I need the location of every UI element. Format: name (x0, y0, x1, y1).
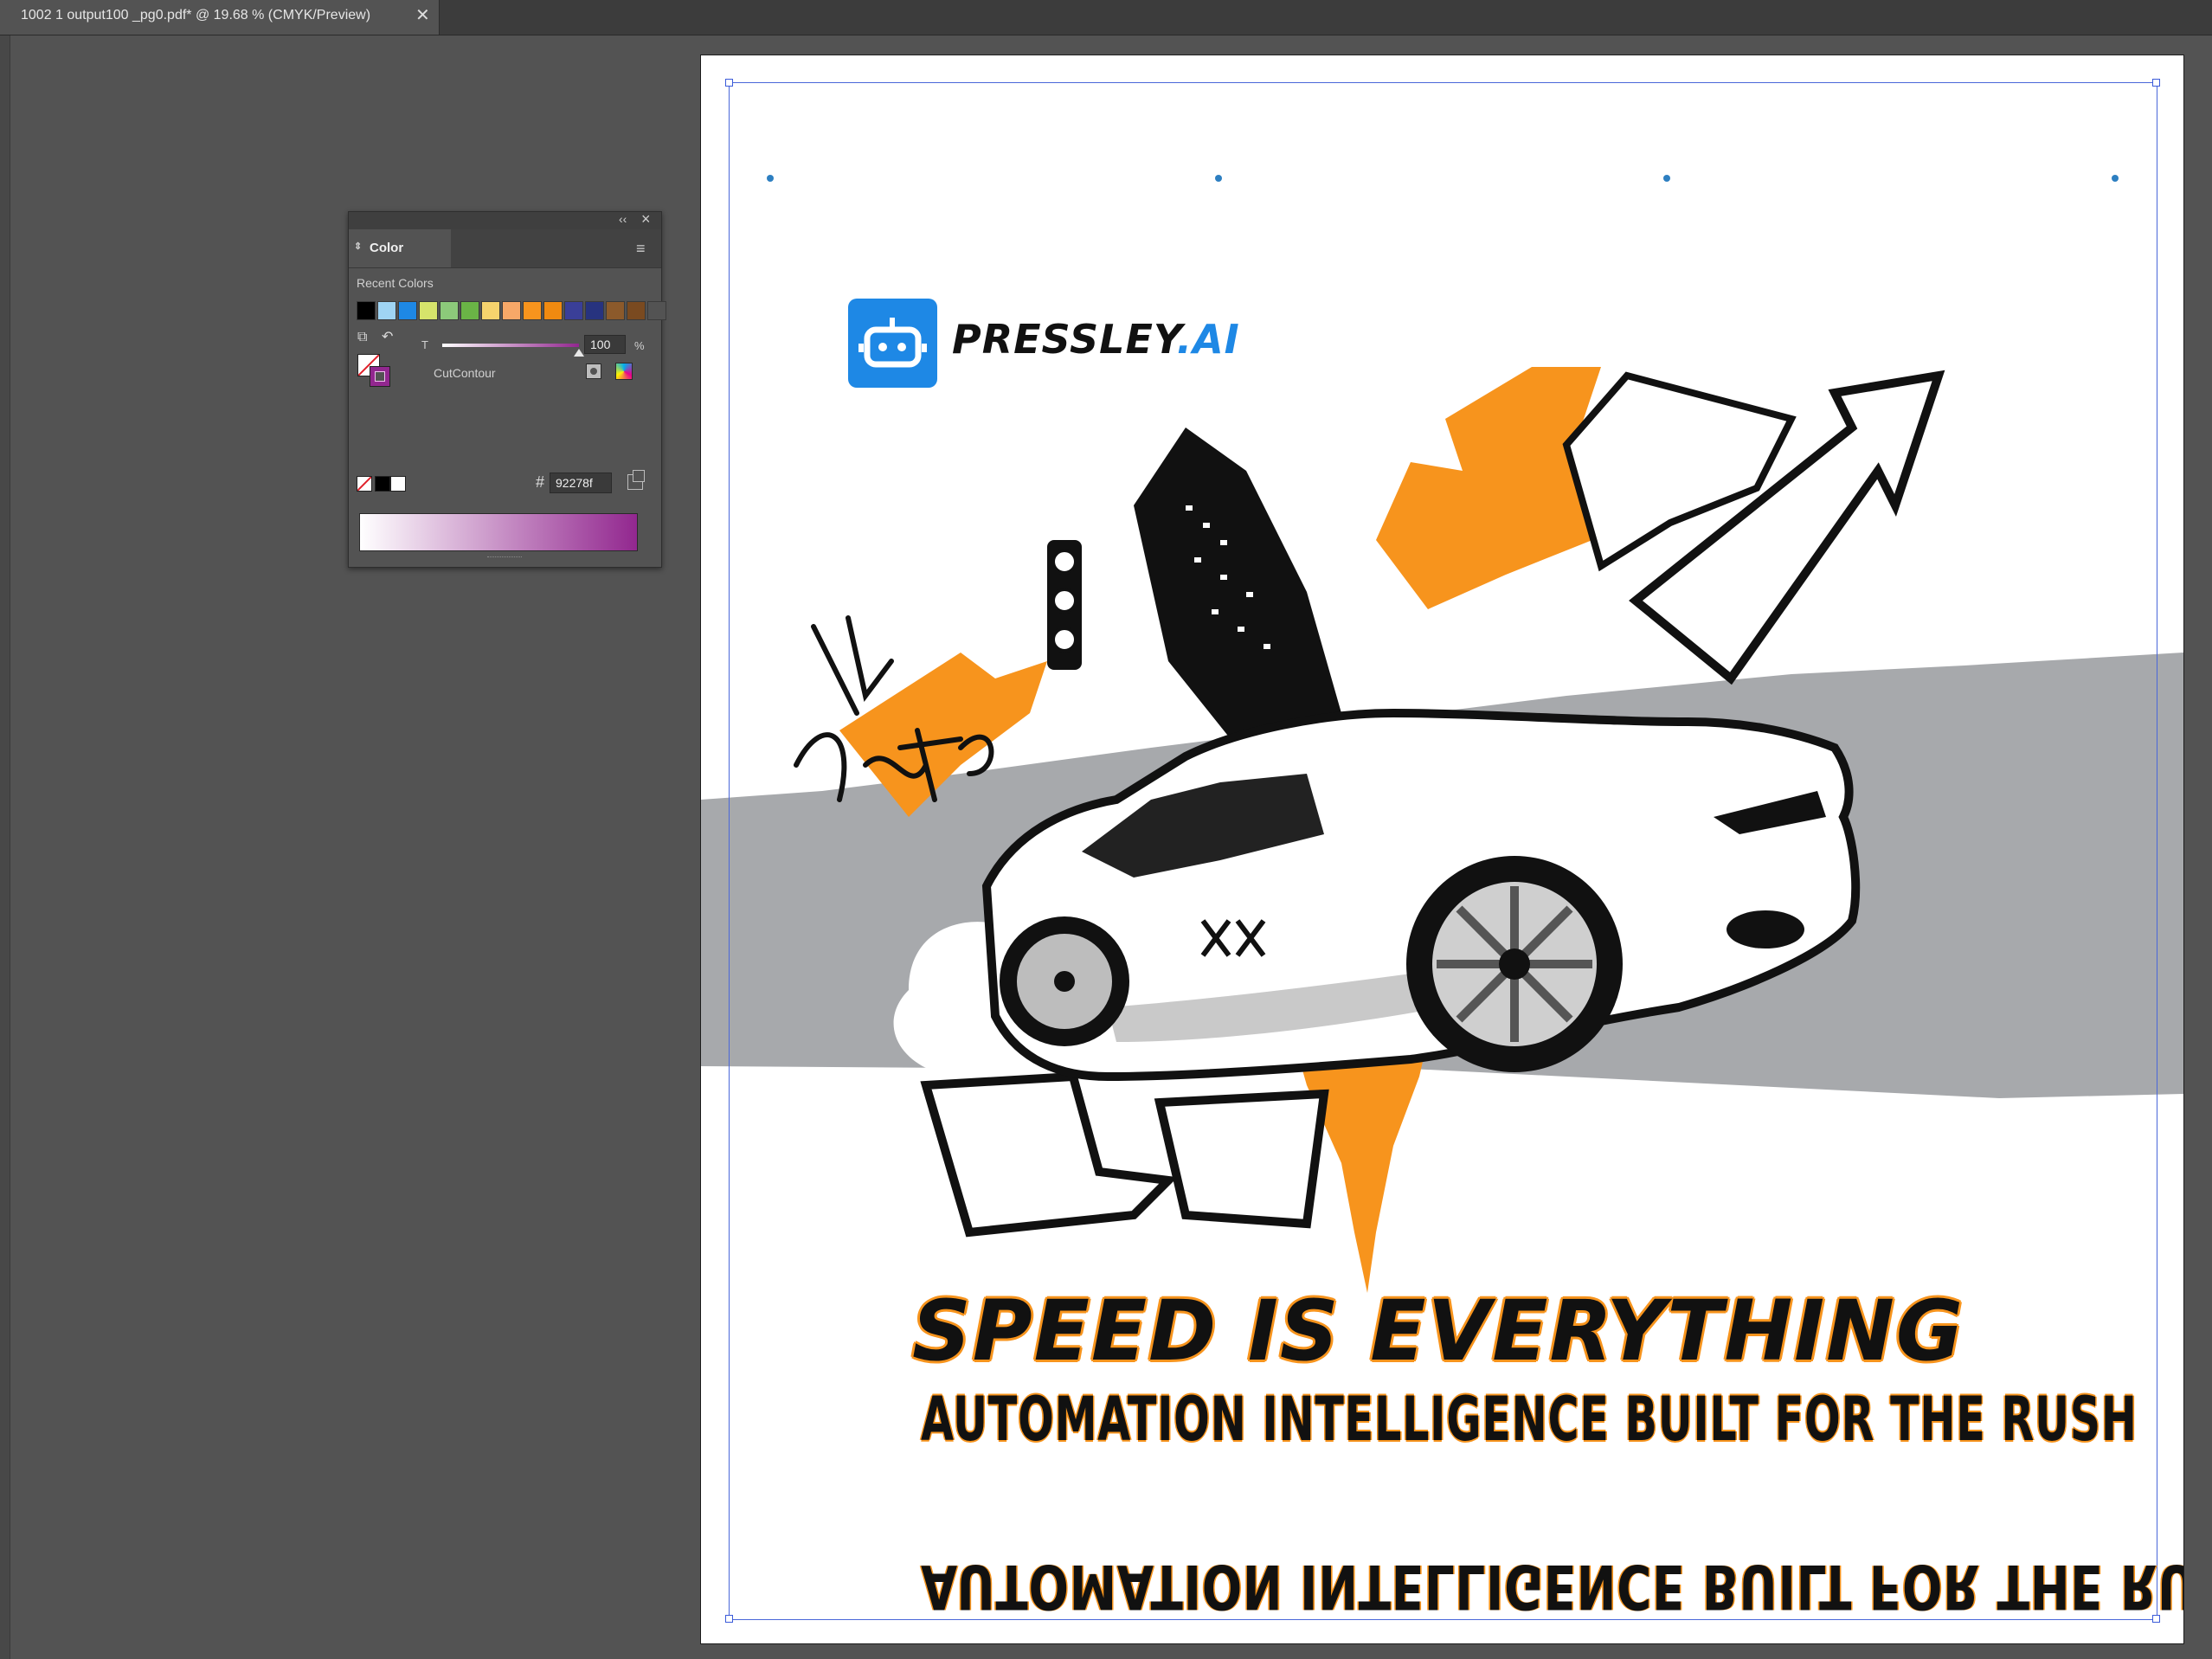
panel-resize-grip[interactable] (487, 556, 522, 561)
process-color-icon[interactable] (615, 363, 633, 380)
recent-color-swatch[interactable] (647, 301, 666, 320)
panel-tab-row: ⇕ Color ≡ (349, 229, 661, 268)
selection-handle-top-right[interactable] (2152, 79, 2160, 87)
robot-icon (858, 318, 927, 368)
recent-color-swatch[interactable] (543, 301, 563, 320)
recent-color-swatch[interactable] (398, 301, 417, 320)
default-fill-stroke-icon[interactable]: ↶ (382, 328, 393, 345)
recent-color-swatch[interactable] (523, 301, 542, 320)
stroke-color-indicator[interactable] (370, 366, 390, 387)
registration-mark (2112, 175, 2119, 182)
tint-slider[interactable] (442, 344, 579, 347)
poster-subheadline: AUTOMATION INTELLIGENCE BUILT FOR THE RU… (921, 1384, 2138, 1455)
poster-subheadline-mirrored: AUTOMATION INTELLIGENCE BUILT FOR THE RU… (921, 1551, 2184, 1622)
recent-color-swatch[interactable] (357, 301, 376, 320)
poster-headline: SPEED IS EVERYTHING (912, 1283, 1964, 1379)
registration-mark (1663, 175, 1670, 182)
brand-name: PRESSLEY (952, 316, 1177, 363)
artboard[interactable]: PRESSLEY.AI SPEED IS EVERYTHING AUTOMATI… (700, 55, 2184, 1644)
collapse-panel-icon[interactable]: ‹‹ (619, 212, 627, 226)
brand-suffix: .AI (1176, 316, 1240, 363)
recent-color-swatch[interactable] (585, 301, 604, 320)
registration-mark (767, 175, 774, 182)
brand-logo-badge (848, 299, 937, 388)
recent-colors-swatches (357, 301, 668, 320)
document-tab[interactable]: 1002 1 output100 _pg0.pdf* @ 19.68 % (CM… (0, 0, 440, 35)
hex-sign: # (536, 473, 545, 491)
selection-handle-bottom-left[interactable] (725, 1615, 733, 1623)
brand-wordmark: PRESSLEY.AI (952, 316, 1240, 363)
close-panel-icon[interactable]: × (641, 210, 651, 228)
toolbar-edge (0, 35, 10, 1659)
document-tab-title: 1002 1 output100 _pg0.pdf* @ 19.68 % (CM… (21, 8, 371, 23)
color-spectrum-bar[interactable] (359, 513, 638, 551)
tint-value-field[interactable]: 100 (584, 335, 626, 354)
recent-colors-label: Recent Colors (357, 276, 434, 290)
tint-slider-thumb[interactable] (574, 349, 584, 357)
recent-color-swatch[interactable] (481, 301, 500, 320)
selection-handle-top-left[interactable] (725, 79, 733, 87)
none-color-swatch[interactable] (357, 476, 372, 492)
white-color-swatch[interactable] (390, 476, 406, 492)
close-tab-icon[interactable]: ✕ (415, 4, 430, 26)
registration-mark (1215, 175, 1222, 182)
recent-color-swatch[interactable] (460, 301, 479, 320)
tab-color-label: Color (370, 241, 404, 255)
recent-color-swatch[interactable] (419, 301, 438, 320)
recent-color-swatch[interactable] (606, 301, 625, 320)
panel-menu-icon[interactable]: ≡ (636, 240, 646, 258)
tab-color[interactable]: ⇕ Color (349, 229, 451, 267)
tint-unit: % (634, 339, 645, 352)
recent-color-swatch[interactable] (377, 301, 396, 320)
panel-options-toggle-icon[interactable]: ⇕ (354, 241, 362, 252)
color-panel: ‹‹ × ⇕ Color ≡ Recent Colors ⧉ ↶ T 100 %… (348, 210, 666, 568)
swap-fill-stroke-icon[interactable]: ⧉ (357, 330, 367, 345)
tint-axis-label: T (421, 338, 428, 351)
recent-color-swatch[interactable] (564, 301, 583, 320)
panel-drag-bar[interactable] (349, 212, 661, 229)
hex-value-field[interactable]: 92278f (550, 473, 612, 493)
out-of-web-gamut-icon[interactable] (627, 470, 645, 490)
document-tab-bar: 1002 1 output100 _pg0.pdf* @ 19.68 % (CM… (0, 0, 2212, 35)
recent-color-swatch[interactable] (627, 301, 646, 320)
recent-color-swatch[interactable] (502, 301, 521, 320)
black-color-swatch[interactable] (375, 476, 390, 492)
recent-color-swatch[interactable] (440, 301, 459, 320)
spot-swatch-name: CutContour (434, 366, 496, 380)
spot-color-icon[interactable] (586, 363, 601, 379)
